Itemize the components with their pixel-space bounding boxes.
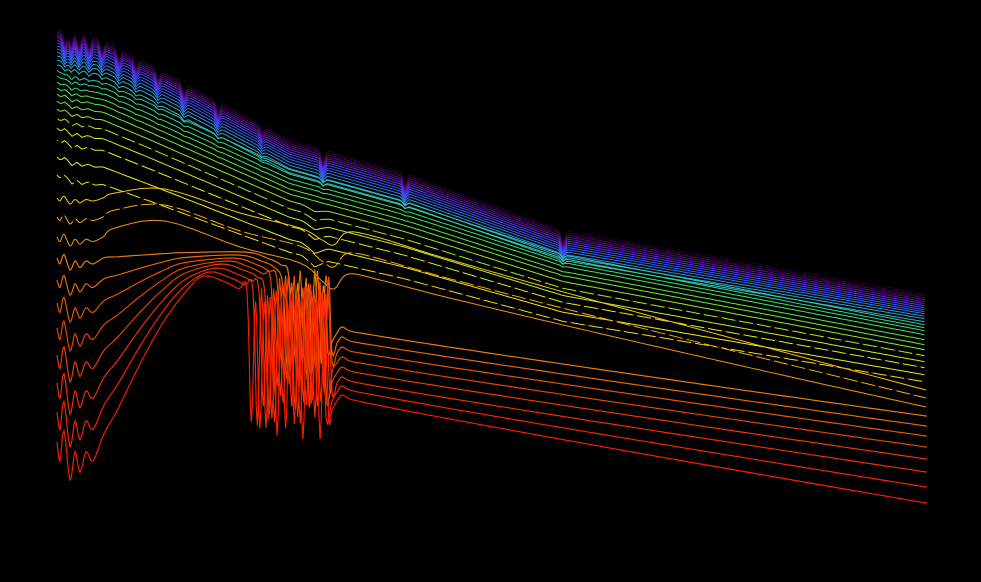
spectrum-curve — [57, 128, 925, 362]
spectra-plot-canvas — [0, 0, 981, 582]
spectrum-curve — [57, 38, 925, 304]
spectrum-curve — [57, 252, 927, 416]
spectrum-curve — [57, 264, 927, 459]
spectrum-curve — [57, 268, 927, 472]
spectrum-curve — [57, 43, 925, 308]
spectrum-curve — [57, 30, 925, 296]
spectrum-curve — [57, 204, 926, 398]
spectrum-curve — [57, 109, 925, 350]
spectra-figure — [0, 0, 981, 582]
spectrum-curve — [57, 272, 927, 487]
spectrum-curve — [57, 46, 925, 310]
spectrum-curve — [57, 34, 925, 300]
spectrum-curve-dash-overlay — [57, 204, 926, 398]
spectrum-curve — [57, 28, 925, 294]
